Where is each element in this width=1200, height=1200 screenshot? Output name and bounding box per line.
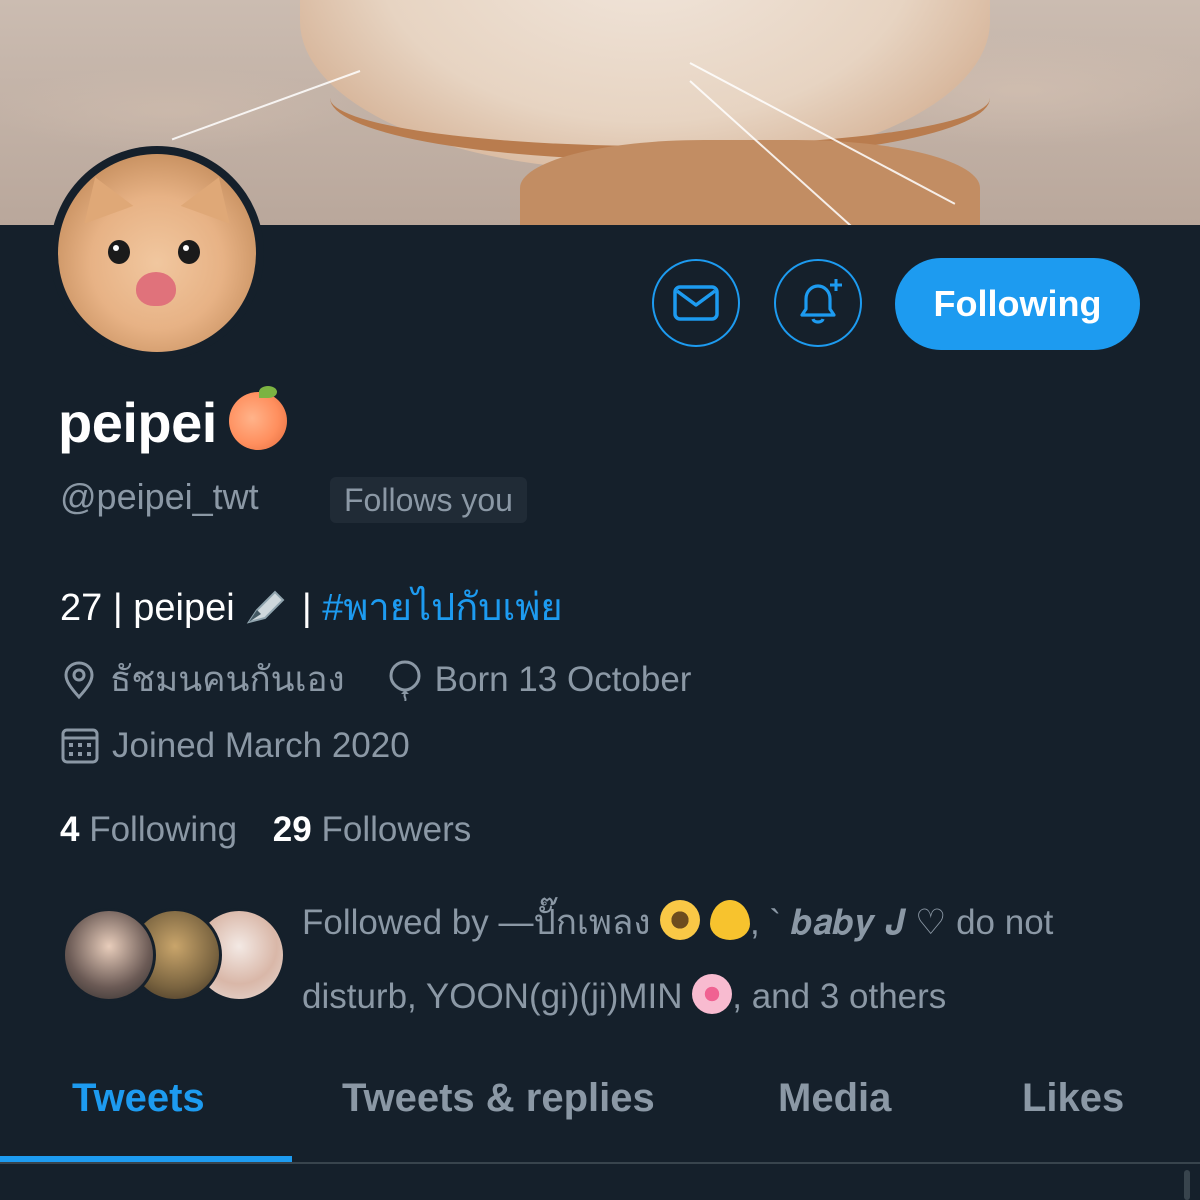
following-count: 4 bbox=[60, 810, 80, 849]
profile-joined-date: Joined March 2020 bbox=[112, 726, 410, 765]
following-button[interactable]: Following bbox=[895, 258, 1140, 350]
display-name-text: peipei bbox=[58, 391, 217, 454]
followed-by-prefix: Followed by —ปั๊กเพลง bbox=[302, 903, 651, 942]
follower-avatar bbox=[62, 908, 156, 1002]
bell-plus-icon bbox=[800, 279, 842, 324]
bio-text: 27 | peipei bbox=[60, 587, 235, 629]
profile-location: ธัชมนคนกันเอง bbox=[110, 660, 345, 699]
profile-meta-row: ธัชมนคนกันเอง Born 13 October bbox=[60, 652, 691, 707]
tabs-divider bbox=[0, 1162, 1200, 1164]
profile-joined-row: Joined March 2020 bbox=[60, 726, 410, 766]
avatar-cat-tongue bbox=[136, 272, 176, 306]
profile-bio: 27 | peipei | #พายไปกับเพ่ย bbox=[60, 576, 563, 637]
profile-tabs: Tweets Tweets & replies Media Likes bbox=[0, 1060, 1200, 1164]
fountain-pen-icon bbox=[246, 590, 285, 624]
avatar-cat-eye bbox=[108, 240, 130, 264]
followers-label: Followers bbox=[321, 810, 472, 849]
calendar-icon bbox=[61, 728, 99, 764]
banner-cat-neck bbox=[520, 140, 980, 225]
following-stat[interactable]: 4 Following bbox=[60, 810, 237, 849]
profile-handle: @peipei_twt bbox=[60, 476, 259, 517]
tab-tweets-and-replies[interactable]: Tweets & replies bbox=[342, 1076, 655, 1121]
followers-count: 29 bbox=[272, 810, 312, 849]
envelope-icon bbox=[673, 285, 719, 321]
bio-separator: | bbox=[301, 587, 312, 629]
avatar-cat-eye bbox=[178, 240, 200, 264]
tab-media[interactable]: Media bbox=[778, 1076, 891, 1121]
followers-stat[interactable]: 29 Followers bbox=[273, 810, 471, 849]
message-button[interactable] bbox=[652, 259, 740, 347]
avatar-cat-ear bbox=[70, 168, 134, 224]
followed-by-text[interactable]: Followed by —ปั๊กเพลง , ` 𝒃𝒂𝒃𝒚 𝑱 ♡ do no… bbox=[302, 886, 1162, 1034]
balloon-icon bbox=[389, 659, 421, 701]
follow-stats: 4 Following 29 Followers bbox=[60, 810, 471, 850]
followed-by-name3: YOON(gi)(ji)MIN bbox=[425, 977, 683, 1016]
location-pin-icon bbox=[64, 660, 94, 699]
follows-you-badge: Follows you bbox=[330, 477, 527, 523]
tab-likes[interactable]: Likes bbox=[1022, 1076, 1124, 1121]
notifications-button[interactable] bbox=[774, 259, 862, 347]
profile-display-name: peipei bbox=[58, 386, 287, 455]
followed-by-suffix: , and 3 others bbox=[732, 977, 947, 1016]
cherry-blossom-emoji-icon bbox=[692, 974, 733, 1014]
following-label: Following bbox=[89, 810, 238, 849]
tab-tweets[interactable]: Tweets bbox=[72, 1076, 205, 1121]
bio-hashtag-link[interactable]: #พายไปกับเพ่ย bbox=[322, 587, 562, 629]
peach-emoji-icon bbox=[228, 386, 287, 450]
sunflower-emoji-icon bbox=[660, 900, 701, 940]
yellow-heart-emoji-icon bbox=[709, 900, 750, 940]
avatar-image bbox=[58, 154, 256, 352]
scrollbar[interactable] bbox=[1184, 1170, 1190, 1200]
profile-birthday: Born 13 October bbox=[434, 659, 692, 699]
followed-by-avatars[interactable] bbox=[62, 908, 286, 1002]
profile-avatar[interactable] bbox=[50, 146, 264, 360]
